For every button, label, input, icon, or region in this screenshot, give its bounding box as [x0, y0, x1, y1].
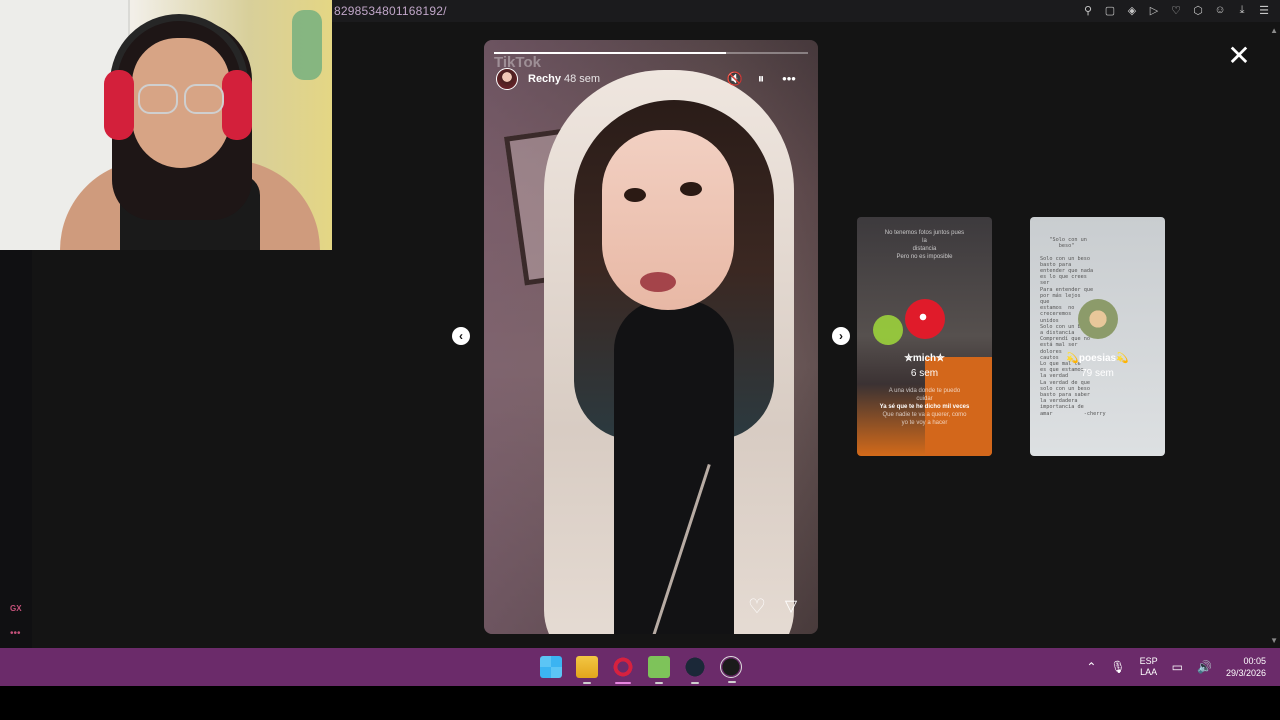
- desktop-screen: 8298534801168192/ ⚲ ▢ ◈ ▷ ♡ ⬡ ☺ ⤓ ☰ GX •…: [0, 0, 1280, 720]
- account-icon[interactable]: ☺: [1212, 2, 1228, 18]
- bottom-letterbox: [0, 686, 1280, 720]
- story-timestamp: 48 sem: [564, 73, 601, 85]
- glasses-left-lens: [138, 84, 178, 114]
- scroll-down-arrow-icon[interactable]: ▼: [1270, 636, 1278, 645]
- file-explorer-icon[interactable]: [576, 656, 598, 684]
- side-story-username: ✮mich✮: [904, 353, 945, 364]
- pause-icon[interactable]: ⏸: [752, 70, 770, 88]
- browser-sidebar: [0, 250, 32, 648]
- close-viewer-button[interactable]: ✕: [1226, 42, 1252, 70]
- story-turtleneck: [614, 300, 734, 634]
- headset-right-cup: [222, 70, 252, 140]
- side-story-time: 6 sem: [910, 368, 939, 379]
- obs-icon[interactable]: [720, 656, 742, 683]
- running-indicator: [583, 682, 591, 684]
- running-indicator: [691, 682, 699, 684]
- green-app-icon[interactable]: [648, 656, 670, 684]
- sidebar-more-icon[interactable]: •••: [10, 628, 21, 639]
- green-sticker: [873, 315, 903, 345]
- opera-gx-icon[interactable]: [612, 656, 634, 684]
- active-indicator: [615, 682, 631, 684]
- story-eye-right: [680, 182, 702, 196]
- story-user-avatar[interactable]: [496, 68, 518, 90]
- story-eye-left: [624, 188, 646, 202]
- previous-story-button[interactable]: ‹: [452, 327, 470, 345]
- story-username[interactable]: Rechy: [528, 73, 561, 85]
- mute-icon[interactable]: 🔇: [726, 70, 744, 88]
- clock[interactable]: 00:05 29/3/2026: [1226, 655, 1266, 679]
- snapshot-icon[interactable]: ▢: [1102, 2, 1118, 18]
- send-icon[interactable]: ▽: [780, 596, 802, 618]
- microphone-icon[interactable]: 🎙: [1110, 660, 1125, 674]
- card-bottom-text: A una vida donde te puedo cuidar Ya sé q…: [879, 388, 970, 426]
- running-indicator: [728, 681, 736, 683]
- volume-icon[interactable]: 🔊: [1197, 660, 1212, 674]
- more-options-icon[interactable]: •••: [780, 70, 798, 88]
- play-icon[interactable]: ▷: [1146, 2, 1162, 18]
- windows-taskbar: ⌃ 🎙 ESP LAA ▭ 🔊 00:05 29/3/2026: [0, 648, 1280, 686]
- webcam-plant: [292, 10, 322, 80]
- side-story-card[interactable]: "Solo con un beso" Solo con un beso bast…: [1030, 217, 1165, 456]
- gx-label[interactable]: GX: [10, 604, 22, 613]
- story-video[interactable]: TikTok Rechy 48 sem 🔇 ⏸ ••• ♡ ▽: [484, 40, 818, 634]
- side-story-time: 79 sem: [1081, 368, 1114, 379]
- webcam-overlay: [0, 0, 332, 250]
- steam-icon[interactable]: [684, 656, 706, 684]
- next-story-button[interactable]: ›: [832, 327, 850, 345]
- pin-icon[interactable]: ⚲: [1080, 2, 1096, 18]
- menu-icon[interactable]: ☰: [1256, 2, 1272, 18]
- extensions-icon[interactable]: ⬡: [1190, 2, 1206, 18]
- side-story-username: 💫poesias💫: [1066, 353, 1129, 364]
- headset-left-cup: [104, 70, 134, 140]
- system-tray: ⌃ 🎙 ESP LAA ▭ 🔊 00:05 29/3/2026: [1086, 655, 1266, 679]
- taskbar-apps: [540, 656, 742, 684]
- language-indicator[interactable]: ESP LAA: [1140, 656, 1158, 678]
- scroll-up-arrow-icon[interactable]: ▲: [1270, 26, 1278, 35]
- glasses-right-lens: [184, 84, 224, 114]
- heart-icon[interactable]: ♡: [1168, 2, 1184, 18]
- running-indicator: [655, 682, 663, 684]
- chevron-up-icon[interactable]: ⌃: [1086, 660, 1096, 674]
- side-story-avatar: [1078, 299, 1118, 339]
- side-story-card[interactable]: No tenemos fotos juntos pues la distanci…: [857, 217, 992, 456]
- story-progress-bar: [494, 52, 808, 54]
- card-top-text: No tenemos fotos juntos pues la distanci…: [884, 230, 965, 260]
- windows-start-icon[interactable]: [540, 656, 562, 678]
- address-url[interactable]: 8298534801168192/: [334, 4, 447, 18]
- shield-icon[interactable]: ◈: [1124, 2, 1140, 18]
- like-heart-icon[interactable]: ♡: [746, 596, 768, 618]
- side-story-avatar: [905, 299, 945, 339]
- story-mouth: [640, 272, 676, 292]
- network-icon[interactable]: ▭: [1172, 660, 1183, 674]
- download-icon[interactable]: ⤓: [1234, 2, 1250, 18]
- browser-toolbar-icons: ⚲ ▢ ◈ ▷ ♡ ⬡ ☺ ⤓ ☰: [1080, 2, 1272, 18]
